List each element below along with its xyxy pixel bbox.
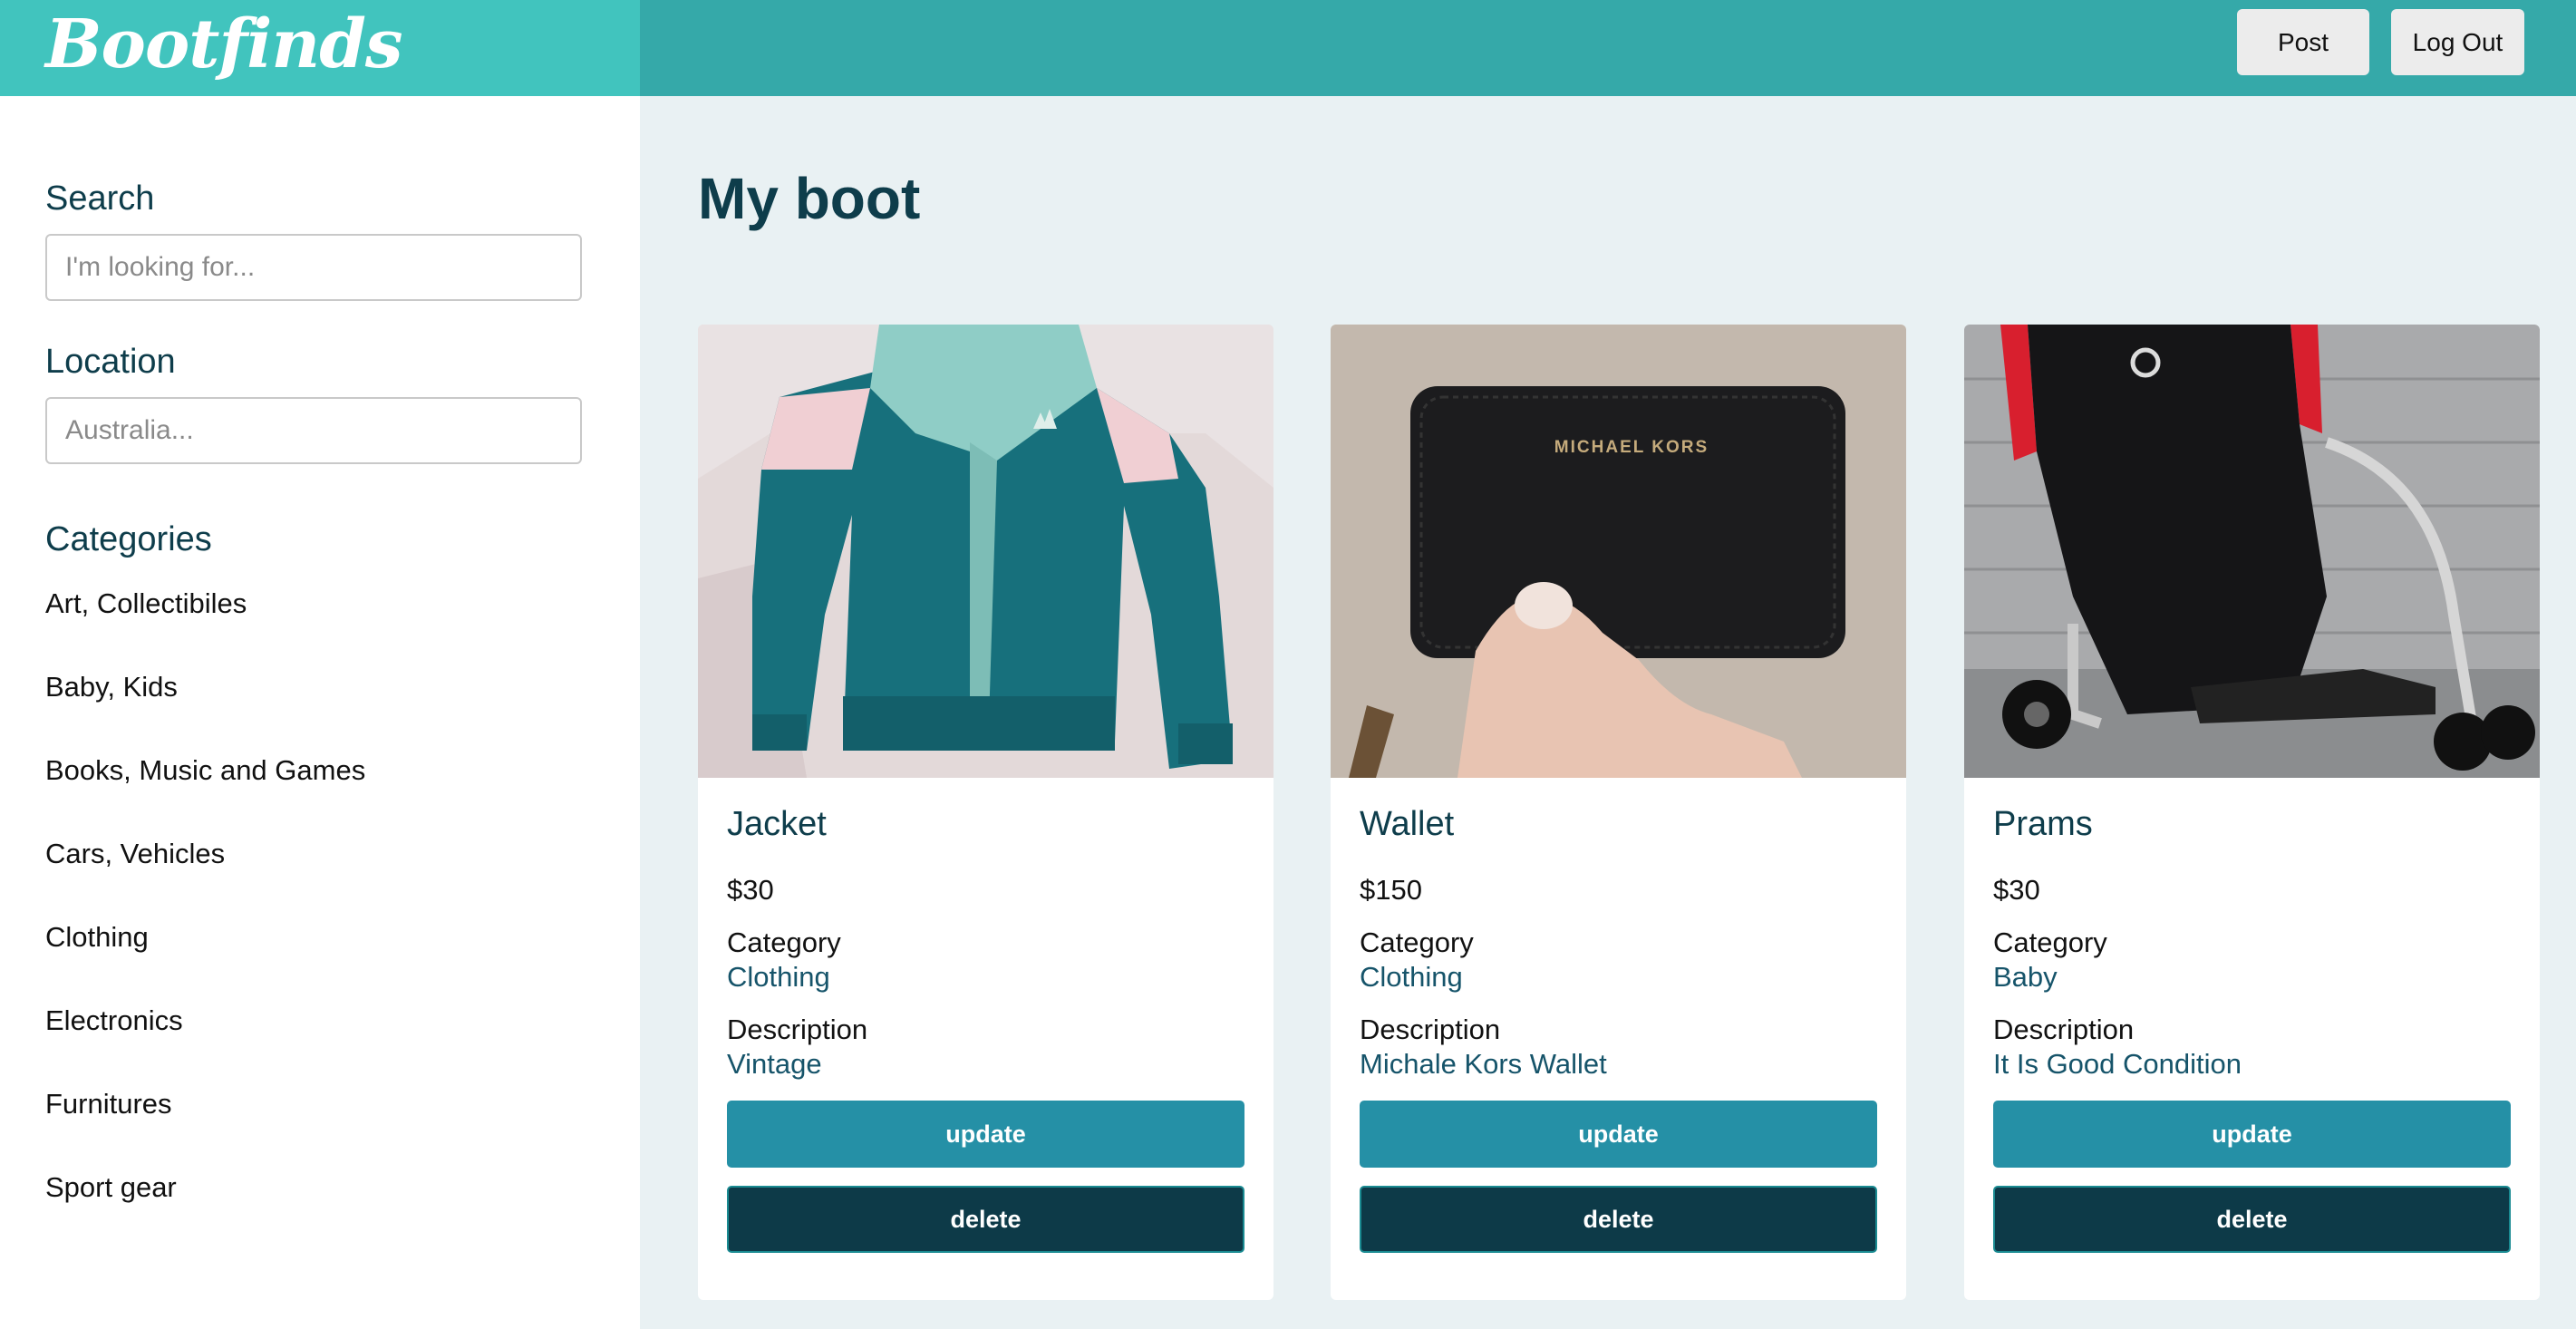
category-label: Category (727, 926, 841, 958)
location-label: Location (45, 343, 176, 381)
category-link-furnitures[interactable]: Furnitures (45, 1086, 365, 1169)
update-button[interactable]: update (1360, 1101, 1877, 1168)
category-link-books-music-games[interactable]: Books, Music and Games (45, 752, 365, 836)
delete-button[interactable]: delete (727, 1186, 1244, 1253)
listing-title: Wallet (1360, 805, 1455, 843)
search-label: Search (45, 179, 155, 218)
category-value: Baby (1993, 961, 2058, 993)
description-label: Description (727, 1014, 868, 1045)
top-header: Bootfinds Post Log Out (0, 0, 2576, 96)
listing-card-jacket: Jacket $30 Category Clothing Description… (698, 325, 1273, 1300)
jacket-photo[interactable] (698, 325, 1273, 778)
listing-title: Prams (1993, 805, 2093, 843)
category-label: Category (1360, 926, 1474, 958)
description-label: Description (1993, 1014, 2135, 1045)
listing-card-wallet: MICHAEL KORS Wallet $150 Category Clothi… (1331, 325, 1906, 1300)
category-link-electronics[interactable]: Electronics (45, 1003, 365, 1086)
listing-price: $30 (727, 874, 774, 906)
description-value: It Is Good Condition (1993, 1048, 2242, 1080)
location-input[interactable] (45, 397, 582, 464)
update-button[interactable]: update (727, 1101, 1244, 1168)
category-link-cars-vehicles[interactable]: Cars, Vehicles (45, 836, 365, 919)
description-value: Vintage (727, 1048, 822, 1080)
search-input[interactable] (45, 234, 582, 301)
pram-photo[interactable] (1964, 325, 2540, 778)
post-button[interactable]: Post (2237, 9, 2369, 75)
category-link-art-collectibles[interactable]: Art, Collectibiles (45, 586, 365, 669)
category-label: Category (1993, 926, 2107, 958)
listing-price: $30 (1993, 874, 2040, 906)
categories-heading: Categories (45, 520, 212, 558)
wallet-brand-text: MICHAEL KORS (1554, 438, 1709, 457)
category-link-clothing[interactable]: Clothing (45, 919, 365, 1003)
description-value: Michale Kors Wallet (1360, 1048, 1607, 1080)
wallet-photo[interactable]: MICHAEL KORS (1331, 325, 1906, 778)
sidebar: Search Location Categories Art, Collecti… (0, 96, 640, 1329)
update-button[interactable]: update (1993, 1101, 2511, 1168)
delete-button[interactable]: delete (1993, 1186, 2511, 1253)
delete-button[interactable]: delete (1360, 1186, 1877, 1253)
brand-area: Bootfinds (0, 0, 640, 96)
category-value: Clothing (727, 961, 830, 993)
description-label: Description (1360, 1014, 1501, 1045)
category-link-baby-kids[interactable]: Baby, Kids (45, 669, 365, 752)
listing-price: $150 (1360, 874, 1422, 906)
category-link-sport-gear[interactable]: Sport gear (45, 1169, 365, 1253)
category-list: Art, Collectibiles Baby, Kids Books, Mus… (45, 586, 365, 1253)
listing-card-prams: Prams $30 Category Baby Description It I… (1964, 325, 2540, 1300)
page-title: My boot (698, 166, 921, 231)
listing-title: Jacket (727, 805, 827, 843)
category-value: Clothing (1360, 961, 1463, 993)
bootfinds-logo[interactable]: Bootfinds (45, 5, 403, 83)
logout-button[interactable]: Log Out (2391, 9, 2524, 75)
